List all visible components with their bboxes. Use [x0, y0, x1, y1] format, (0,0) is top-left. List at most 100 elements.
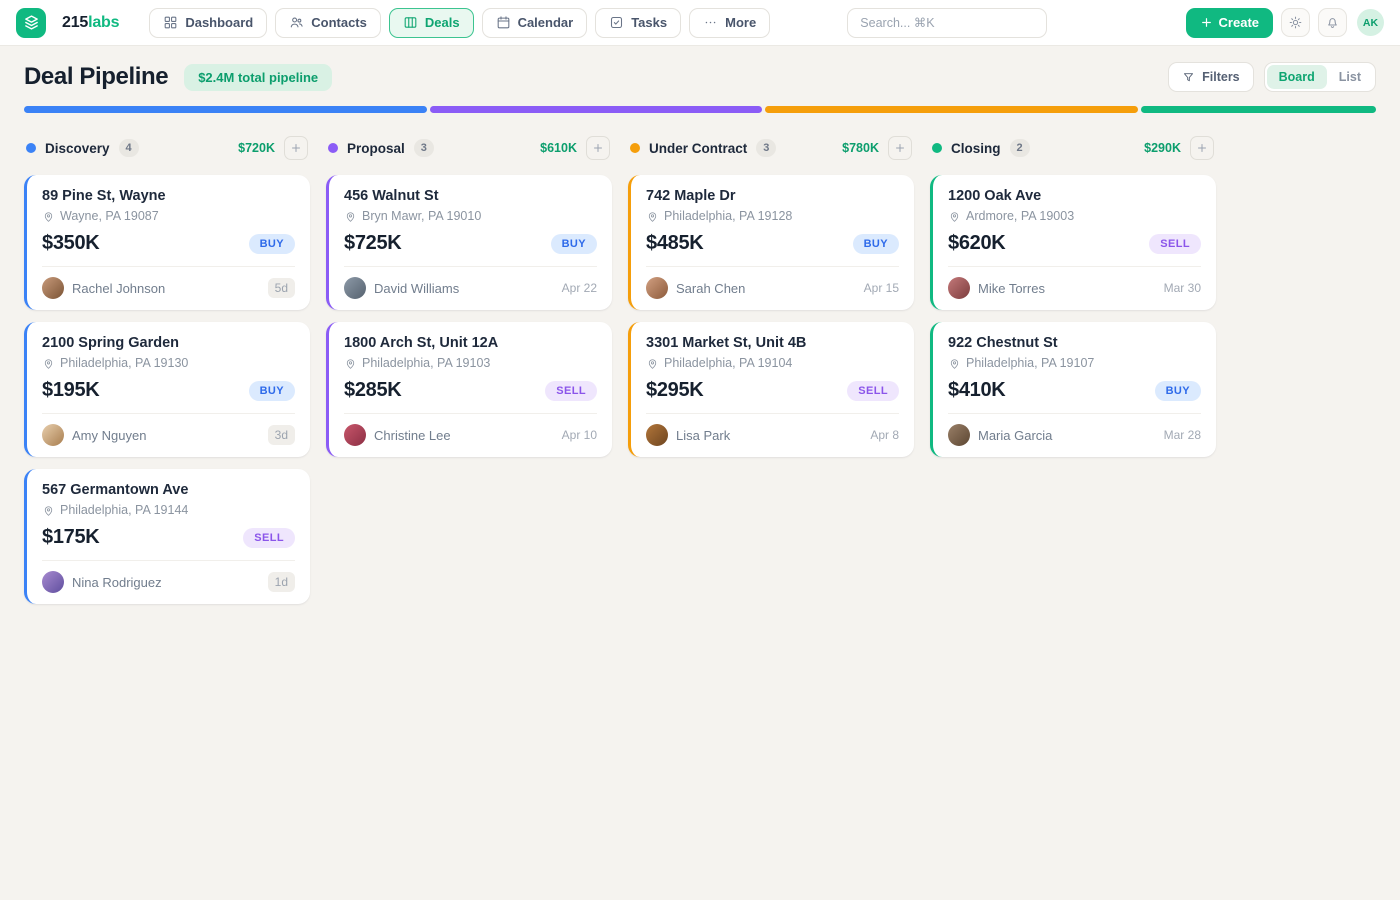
column-count-badge: 4	[119, 139, 139, 157]
deal-type-badge: BUY	[249, 381, 295, 401]
map-pin-icon	[646, 210, 659, 223]
stage-dot	[26, 143, 36, 153]
view-list-button[interactable]: List	[1327, 65, 1373, 89]
add-card-button[interactable]	[1190, 136, 1214, 160]
column-header: Under Contract 3 $780K	[630, 135, 912, 161]
column-title: Closing	[951, 141, 1001, 156]
add-card-button[interactable]	[888, 136, 912, 160]
deal-location: Bryn Mawr, PA 19010	[362, 209, 481, 223]
main-nav: Dashboard Contacts Deals Calendar Tasks …	[149, 8, 770, 38]
dashboard-icon	[163, 15, 178, 30]
view-board-button[interactable]: Board	[1267, 65, 1327, 89]
search-input[interactable]	[847, 8, 1047, 38]
theme-toggle-button[interactable]	[1281, 8, 1310, 37]
nav-item-calendar[interactable]: Calendar	[482, 8, 588, 38]
deal-type-badge: SELL	[545, 381, 597, 401]
column-header: Discovery 4 $720K	[26, 135, 308, 161]
notifications-button[interactable]	[1318, 8, 1347, 37]
map-pin-icon	[42, 210, 55, 223]
agent-name: Amy Nguyen	[72, 428, 146, 443]
more-icon	[703, 15, 718, 30]
agent-name: Rachel Johnson	[72, 281, 165, 296]
create-label: Create	[1219, 15, 1259, 30]
deal-card[interactable]: 742 Maple Dr Philadelphia, PA 19128 $485…	[628, 175, 914, 310]
pipeline-segment-closing	[1141, 106, 1376, 113]
add-card-button[interactable]	[586, 136, 610, 160]
deal-card[interactable]: 89 Pine St, Wayne Wayne, PA 19087 $350K …	[24, 175, 310, 310]
deal-address: 456 Walnut St	[344, 188, 597, 204]
deal-type-badge: BUY	[853, 234, 899, 254]
plus-icon	[290, 142, 302, 154]
deal-price: $195K	[42, 379, 99, 402]
deal-address: 3301 Market St, Unit 4B	[646, 335, 899, 351]
nav-item-more[interactable]: More	[689, 8, 770, 38]
deal-card[interactable]: 3301 Market St, Unit 4B Philadelphia, PA…	[628, 322, 914, 457]
agent-avatar	[948, 277, 970, 299]
agent-name: David Williams	[374, 281, 459, 296]
column-cards: 89 Pine St, Wayne Wayne, PA 19087 $350K …	[24, 175, 310, 604]
deal-price: $350K	[42, 232, 99, 255]
deal-price: $725K	[344, 232, 401, 255]
deal-card[interactable]: 2100 Spring Garden Philadelphia, PA 1913…	[24, 322, 310, 457]
deal-location: Philadelphia, PA 19130	[60, 356, 188, 370]
map-pin-icon	[948, 210, 961, 223]
calendar-icon	[496, 15, 511, 30]
board-column: Discovery 4 $720K 89 Pine St, Wayne Wayn…	[24, 135, 310, 604]
deal-address: 1200 Oak Ave	[948, 188, 1201, 204]
deal-location: Ardmore, PA 19003	[966, 209, 1074, 223]
deal-location: Wayne, PA 19087	[60, 209, 159, 223]
total-pipeline-badge: $2.4M total pipeline	[184, 64, 332, 91]
deal-type-badge: BUY	[249, 234, 295, 254]
deal-location: Philadelphia, PA 19144	[60, 503, 188, 517]
agent-name: Christine Lee	[374, 428, 451, 443]
deal-card[interactable]: 567 Germantown Ave Philadelphia, PA 1914…	[24, 469, 310, 604]
deal-address: 742 Maple Dr	[646, 188, 899, 204]
column-cards: 1200 Oak Ave Ardmore, PA 19003 $620K SEL…	[930, 175, 1216, 457]
map-pin-icon	[42, 504, 55, 517]
pipeline-segment-under-contract	[765, 106, 1138, 113]
agent-avatar	[42, 571, 64, 593]
column-total: $290K	[1144, 141, 1181, 155]
add-card-button[interactable]	[284, 136, 308, 160]
deal-type-badge: BUY	[1155, 381, 1201, 401]
agent-avatar	[646, 424, 668, 446]
deal-card[interactable]: 1200 Oak Ave Ardmore, PA 19003 $620K SEL…	[930, 175, 1216, 310]
column-cards: 742 Maple Dr Philadelphia, PA 19128 $485…	[628, 175, 914, 457]
nav-item-contacts[interactable]: Contacts	[275, 8, 381, 38]
deal-card[interactable]: 922 Chestnut St Philadelphia, PA 19107 $…	[930, 322, 1216, 457]
pipeline-progress-bar	[24, 106, 1376, 113]
deal-type-badge: SELL	[1149, 234, 1201, 254]
user-avatar[interactable]: AK	[1357, 9, 1384, 36]
deal-card[interactable]: 1800 Arch St, Unit 12A Philadelphia, PA …	[326, 322, 612, 457]
deal-date: Mar 28	[1164, 428, 1201, 442]
agent-avatar	[344, 424, 366, 446]
plus-icon	[1196, 142, 1208, 154]
filters-button[interactable]: Filters	[1168, 62, 1254, 92]
create-button[interactable]: Create	[1186, 8, 1273, 38]
agent-avatar	[42, 277, 64, 299]
deal-card[interactable]: 456 Walnut St Bryn Mawr, PA 19010 $725K …	[326, 175, 612, 310]
stage-dot	[630, 143, 640, 153]
deal-price: $485K	[646, 232, 703, 255]
agent-avatar	[948, 424, 970, 446]
logo-icon[interactable]	[16, 8, 46, 38]
nav-item-dashboard[interactable]: Dashboard	[149, 8, 267, 38]
agent-avatar	[344, 277, 366, 299]
deal-date: Apr 10	[562, 428, 597, 442]
deal-date: Mar 30	[1164, 281, 1201, 295]
deal-location: Philadelphia, PA 19107	[966, 356, 1094, 370]
nav-item-deals[interactable]: Deals	[389, 8, 474, 38]
deal-location: Philadelphia, PA 19128	[664, 209, 792, 223]
column-title: Proposal	[347, 141, 405, 156]
deal-date: 3d	[268, 425, 295, 445]
nav-item-tasks[interactable]: Tasks	[595, 8, 681, 38]
deal-address: 2100 Spring Garden	[42, 335, 295, 351]
agent-name: Maria Garcia	[978, 428, 1052, 443]
deal-price: $285K	[344, 379, 401, 402]
agent-avatar	[646, 277, 668, 299]
deal-price: $410K	[948, 379, 1005, 402]
pipeline-segment-discovery	[24, 106, 427, 113]
plus-icon	[1200, 16, 1213, 29]
deal-location: Philadelphia, PA 19103	[362, 356, 490, 370]
deal-price: $175K	[42, 526, 99, 549]
